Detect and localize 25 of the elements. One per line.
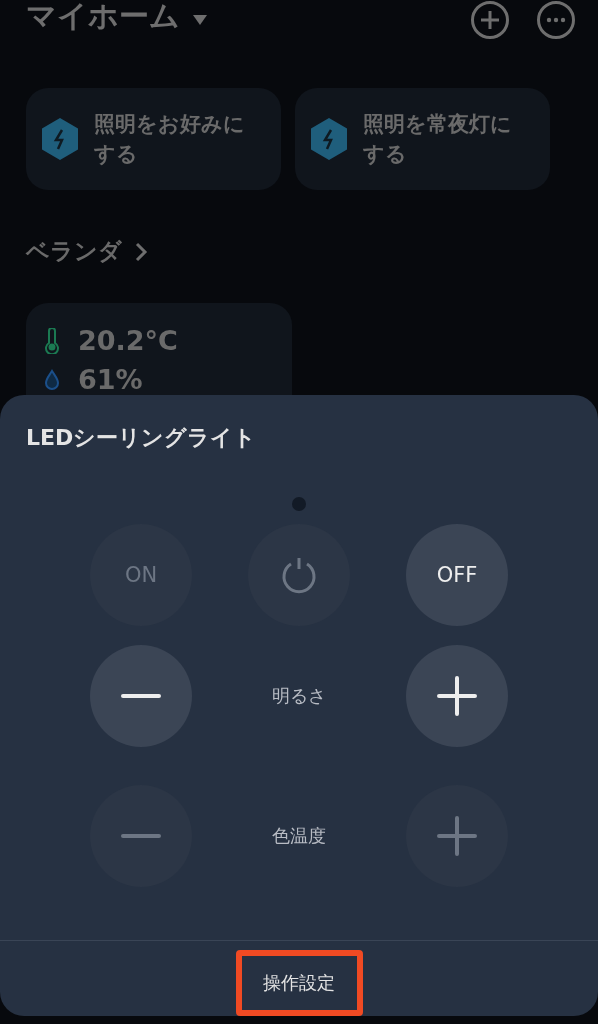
minus-icon — [121, 833, 161, 839]
status-dot — [292, 497, 306, 511]
more-icon[interactable] — [536, 0, 576, 40]
scene-card[interactable]: 照明を常夜灯にする — [295, 88, 550, 190]
control-label: 色温度 — [272, 824, 326, 848]
add-icon[interactable] — [470, 0, 510, 40]
chevron-icon[interactable] — [134, 240, 148, 263]
temperature-reading: 20.2°C — [78, 325, 178, 356]
room-name[interactable]: ベランダ — [26, 236, 122, 267]
thermometer-icon — [44, 327, 60, 354]
caret-icon[interactable] — [192, 14, 208, 26]
home-title[interactable]: マイホーム — [26, 0, 180, 37]
lightning-icon — [309, 117, 349, 161]
control-label: 明るさ — [272, 684, 326, 708]
scene-label: 照明をお好みにする — [94, 111, 246, 168]
text-button[interactable]: OFF — [406, 524, 508, 626]
humidity-reading: 61% — [78, 364, 143, 395]
plus-icon — [437, 676, 477, 716]
minus-icon — [121, 693, 161, 699]
settings-button[interactable]: 操作設定 — [235, 950, 363, 1016]
droplet-icon — [44, 368, 60, 391]
scene-label: 照明を常夜灯にする — [363, 111, 513, 168]
scene-card[interactable]: 照明をお好みにする — [26, 88, 281, 190]
plus-icon — [437, 816, 477, 856]
lightning-icon — [40, 117, 80, 161]
